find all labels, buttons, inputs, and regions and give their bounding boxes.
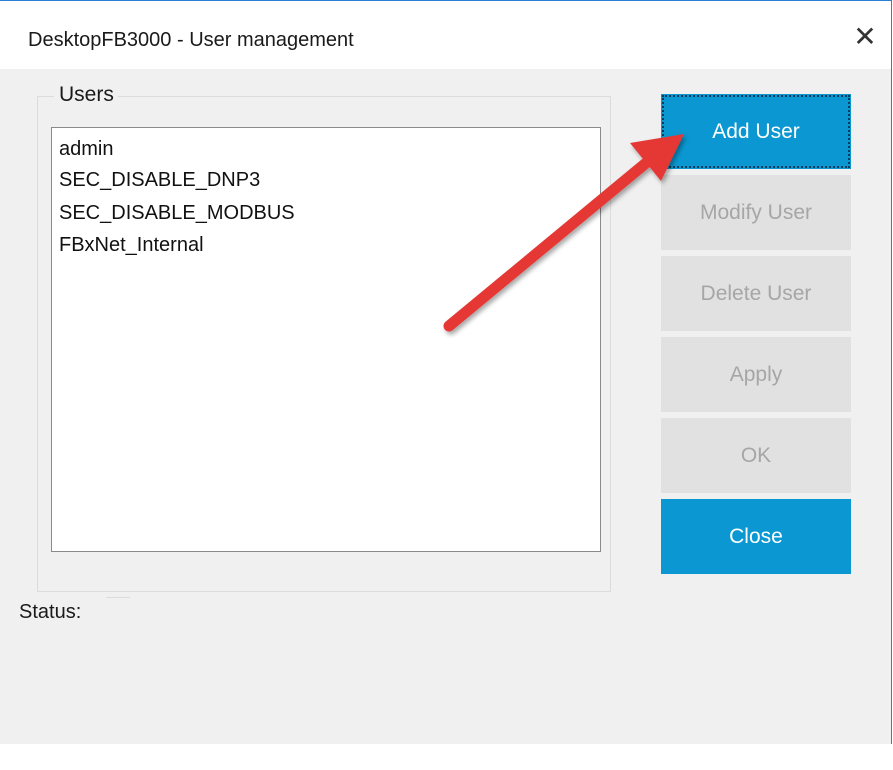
list-item[interactable]: admin — [59, 138, 113, 161]
user-management-window: DesktopFB3000 - User management ✕ Users … — [0, 0, 892, 744]
close-icon[interactable]: ✕ — [851, 23, 879, 51]
status-value — [106, 597, 130, 604]
list-item[interactable]: FBxNet_Internal — [59, 234, 204, 257]
ok-button[interactable]: OK — [661, 418, 851, 493]
modify-user-button[interactable]: Modify User — [661, 175, 851, 250]
users-group-label: Users — [54, 83, 118, 107]
list-item[interactable]: SEC_DISABLE_MODBUS — [59, 202, 295, 225]
window-title: DesktopFB3000 - User management — [28, 29, 354, 51]
close-button[interactable]: Close — [661, 499, 851, 574]
apply-button[interactable]: Apply — [661, 337, 851, 412]
add-user-button[interactable]: Add User — [661, 94, 851, 169]
delete-user-button[interactable]: Delete User — [661, 256, 851, 331]
list-item[interactable]: SEC_DISABLE_DNP3 — [59, 169, 260, 192]
status-label: Status: — [19, 601, 82, 623]
users-listbox[interactable]: admin SEC_DISABLE_DNP3 SEC_DISABLE_MODBU… — [51, 127, 601, 552]
title-bar: DesktopFB3000 - User management ✕ — [0, 1, 891, 69]
